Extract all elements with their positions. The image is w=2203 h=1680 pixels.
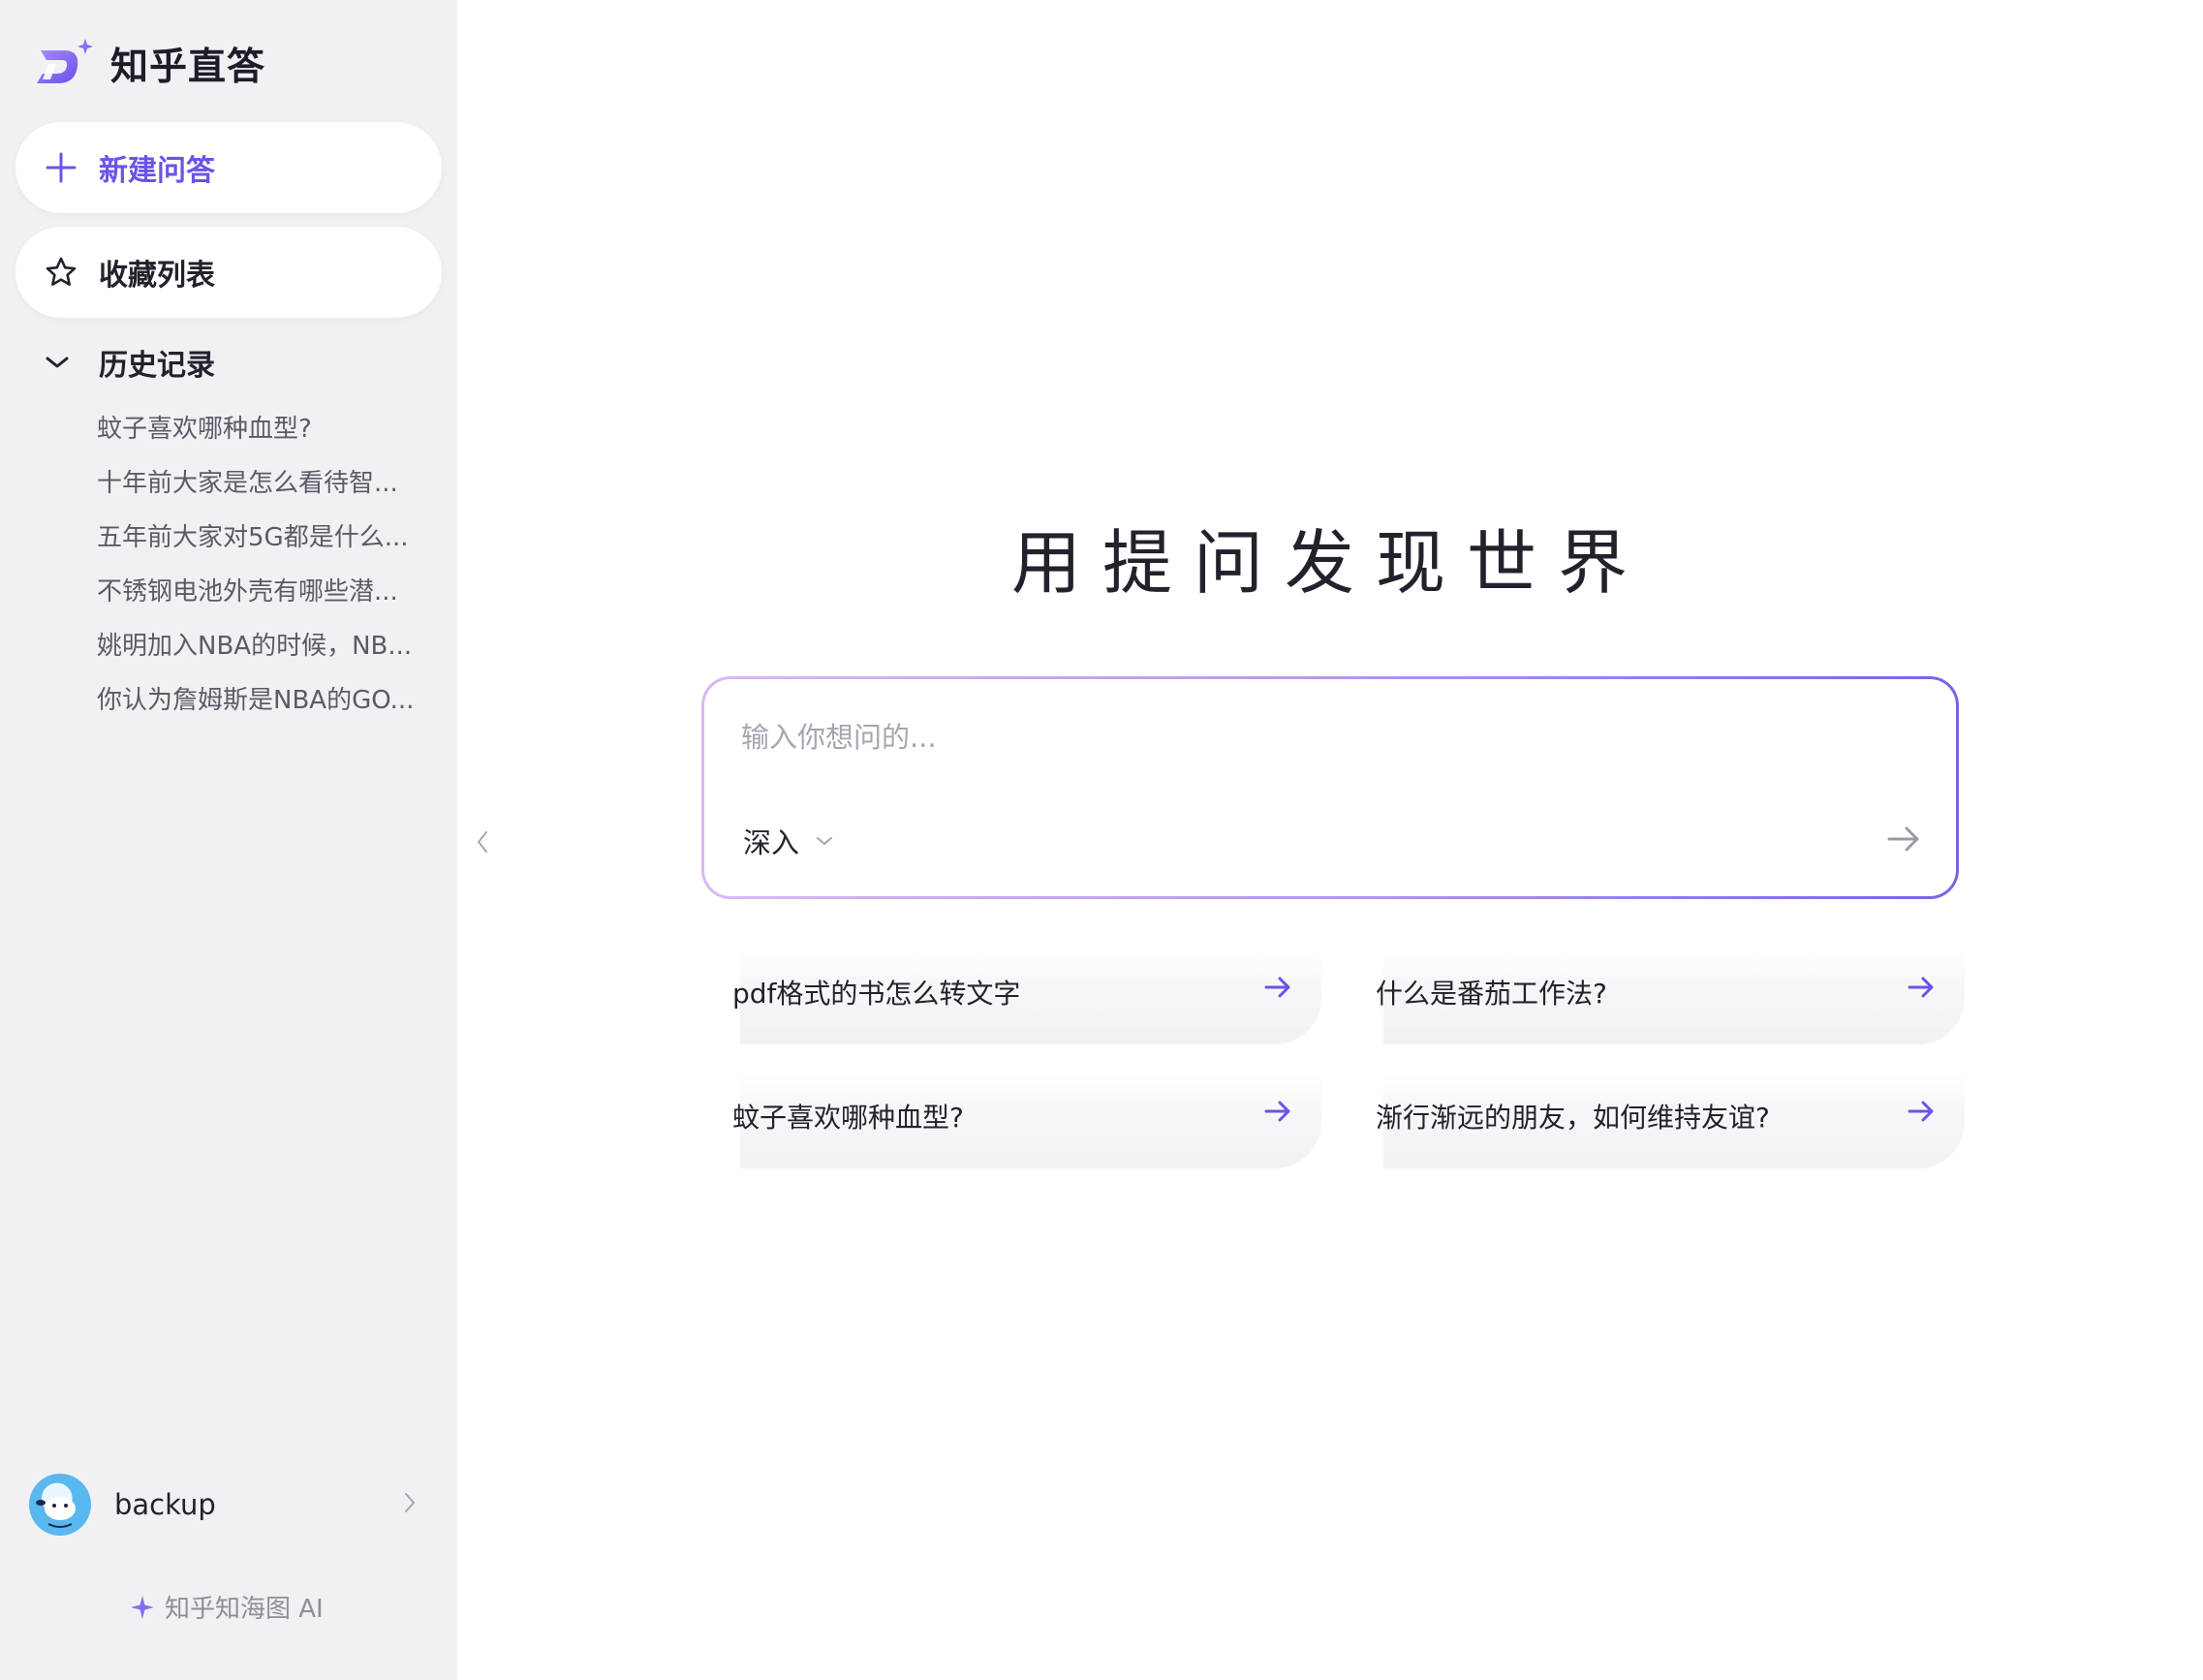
chevron-right-icon [405, 1493, 416, 1512]
user-profile[interactable]: backup [29, 1473, 417, 1537]
history-item[interactable]: 蚊子喜欢哪种血型? [97, 407, 426, 461]
question-input[interactable] [739, 708, 1853, 766]
history-item[interactable]: 你认为詹姆斯是NBA的GO... [97, 678, 426, 732]
question-box: 深入 [701, 676, 1959, 899]
history-label: 历史记录 [99, 349, 215, 383]
mode-select[interactable]: 深入 [743, 821, 834, 861]
chevron-down-icon [46, 357, 69, 368]
favorites-button[interactable]: 收藏列表 [16, 227, 442, 318]
chevron-left-icon [477, 831, 487, 853]
suggestion-card[interactable]: 什么是番茄工作法? [1376, 951, 1965, 1044]
zhida-logo-icon [37, 39, 93, 83]
arrow-right-icon [1264, 1101, 1290, 1122]
footer-brand: 知乎知海图 AI [130, 1589, 324, 1625]
arrow-right-icon [1264, 977, 1290, 998]
user-name: backup [114, 1488, 216, 1521]
suggestion-text: pdf格式的书怎么转文字 [732, 978, 1021, 1010]
suggestion-card[interactable]: 渐行渐远的朋友，如何维持友谊? [1376, 1075, 1965, 1168]
history-item[interactable]: 十年前大家是怎么看待智... [97, 461, 426, 515]
suggestion-text: 蚊子喜欢哪种血型? [732, 1102, 964, 1134]
footer-brand-label: 知乎知海图 AI [165, 1595, 324, 1624]
history-list: 蚊子喜欢哪种血型? 十年前大家是怎么看待智... 五年前大家对5G都是什么...… [97, 407, 426, 732]
history-item[interactable]: 五年前大家对5G都是什么... [97, 515, 426, 570]
sparkle-icon [131, 1595, 154, 1619]
history-toggle[interactable]: 历史记录 [45, 341, 215, 384]
page-title: 用提问发现世界 [1010, 522, 1649, 604]
suggestion-card[interactable]: 蚊子喜欢哪种血型? [732, 1075, 1321, 1168]
plus-icon [46, 152, 77, 183]
collapse-sidebar-button[interactable] [475, 828, 490, 859]
suggestion-text: 渐行渐远的朋友，如何维持友谊? [1376, 1102, 1770, 1134]
chevron-down-icon [817, 837, 833, 846]
app-logo[interactable]: 知乎直答 [35, 37, 265, 91]
arrow-right-icon [1908, 1101, 1934, 1122]
sidebar: 知乎直答 新建问答 收藏列表 历史记录 蚊子喜欢哪种血型? 十年前大家是怎么看待… [0, 0, 457, 1680]
arrow-right-icon [1887, 826, 1919, 852]
avatar-image [36, 1497, 76, 1528]
app-name: 知乎直答 [110, 46, 266, 89]
history-item[interactable]: 姚明加入NBA的时候，NB... [97, 624, 426, 678]
send-button[interactable] [1886, 824, 1921, 857]
mode-label: 深入 [743, 826, 800, 859]
new-question-button[interactable]: 新建问答 [16, 122, 442, 213]
suggestion-text: 什么是番茄工作法? [1376, 978, 1607, 1010]
new-question-label: 新建问答 [99, 154, 215, 188]
question-box-inner: 深入 [704, 679, 1956, 896]
history-item[interactable]: 不锈钢电池外壳有哪些潜... [97, 570, 426, 624]
arrow-right-icon [1908, 977, 1934, 998]
avatar [29, 1474, 91, 1536]
suggestion-card[interactable]: pdf格式的书怎么转文字 [732, 951, 1321, 1044]
star-icon [46, 257, 77, 286]
favorites-label: 收藏列表 [99, 259, 215, 293]
